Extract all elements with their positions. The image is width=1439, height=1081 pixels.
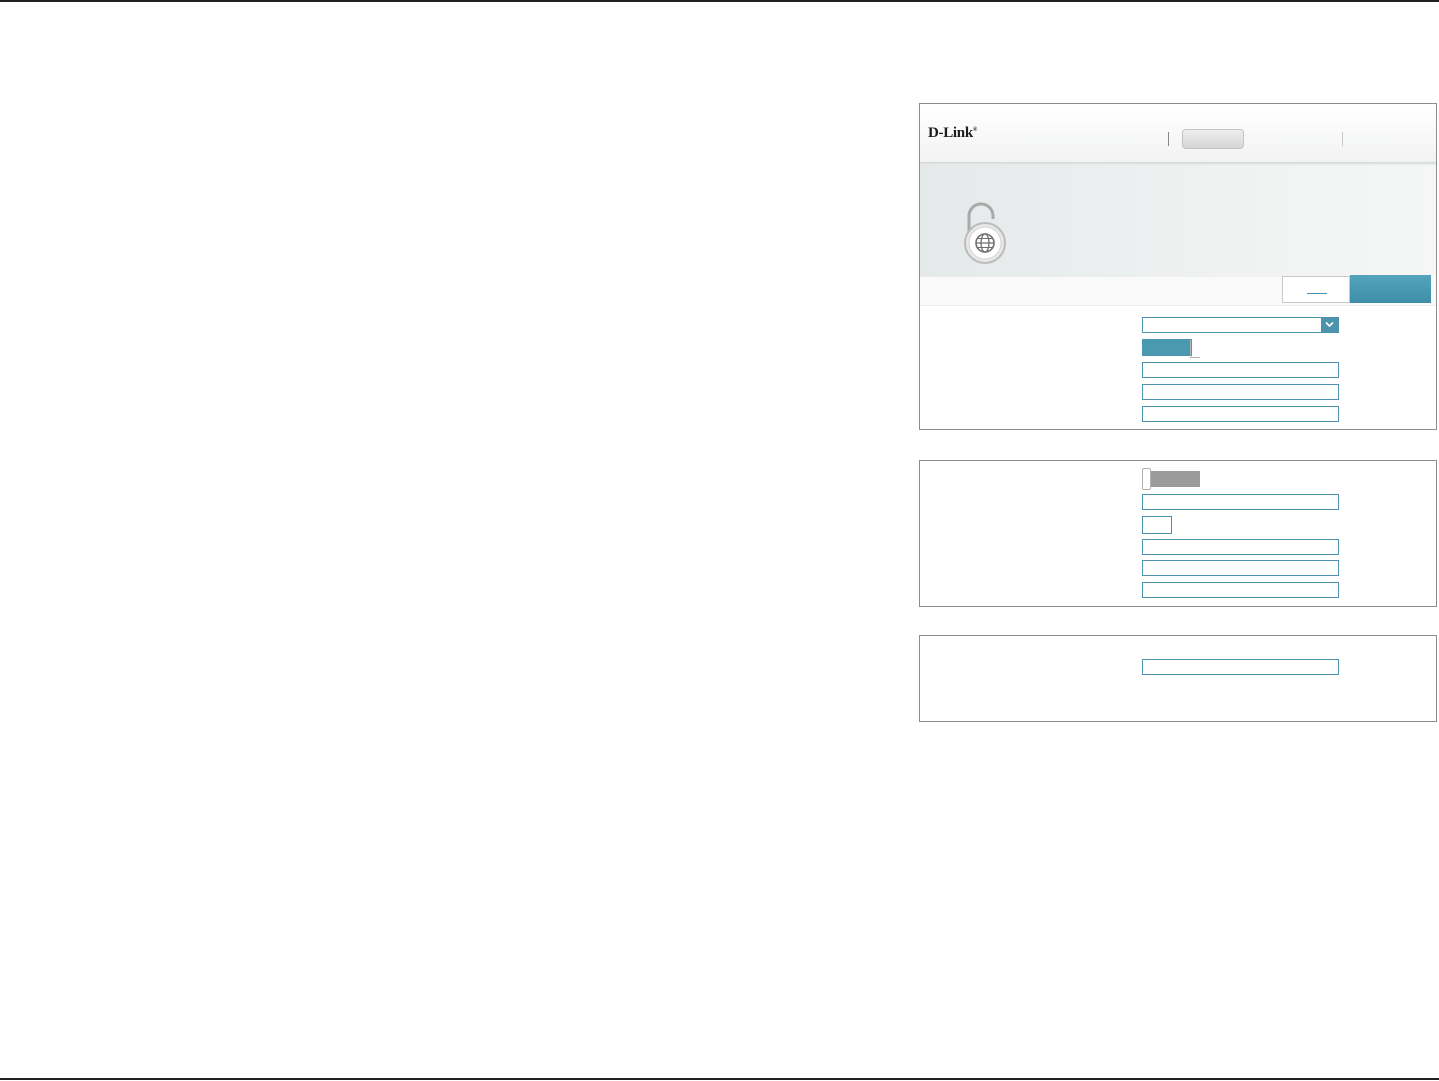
text-field-5[interactable] [1142, 539, 1339, 555]
text-field-7[interactable] [1142, 582, 1339, 598]
text-field-4[interactable] [1142, 494, 1339, 510]
padlock-globe-icon [964, 202, 1006, 264]
text-field-6[interactable] [1142, 560, 1339, 576]
page-hero-banner [920, 165, 1436, 277]
page-bottom-rule [0, 1078, 1439, 1080]
nav-divider [1342, 132, 1343, 146]
nav-tab-active[interactable] [1182, 129, 1244, 149]
extra-settings-panel [919, 635, 1437, 722]
nav-divider [1168, 132, 1169, 146]
enable-toggle[interactable] [1142, 339, 1192, 356]
toggle-knob [1190, 340, 1200, 358]
logo-text: D-Link [928, 125, 973, 141]
text-field-3[interactable] [1142, 406, 1339, 422]
chevron-down-icon [1325, 321, 1334, 328]
router-settings-window: D-Link® [919, 103, 1437, 430]
logo-registered-mark: ® [972, 127, 978, 133]
text-field-1[interactable] [1142, 362, 1339, 378]
advanced-settings-panel [919, 460, 1437, 607]
top-navigation-bar: D-Link® [920, 104, 1436, 162]
page-top-rule [0, 0, 1439, 2]
short-number-field[interactable] [1142, 516, 1172, 534]
dlink-logo: D-Link® [928, 125, 977, 142]
save-button[interactable] [1350, 275, 1431, 303]
toggle-knob[interactable] [1142, 468, 1151, 490]
text-field-2[interactable] [1142, 384, 1339, 400]
connection-type-dropdown[interactable] [1142, 317, 1339, 333]
text-field-8[interactable] [1142, 659, 1339, 675]
link-underline [1307, 293, 1327, 294]
dropdown-arrow[interactable] [1321, 318, 1338, 332]
secondary-link-button[interactable] [1282, 276, 1350, 303]
